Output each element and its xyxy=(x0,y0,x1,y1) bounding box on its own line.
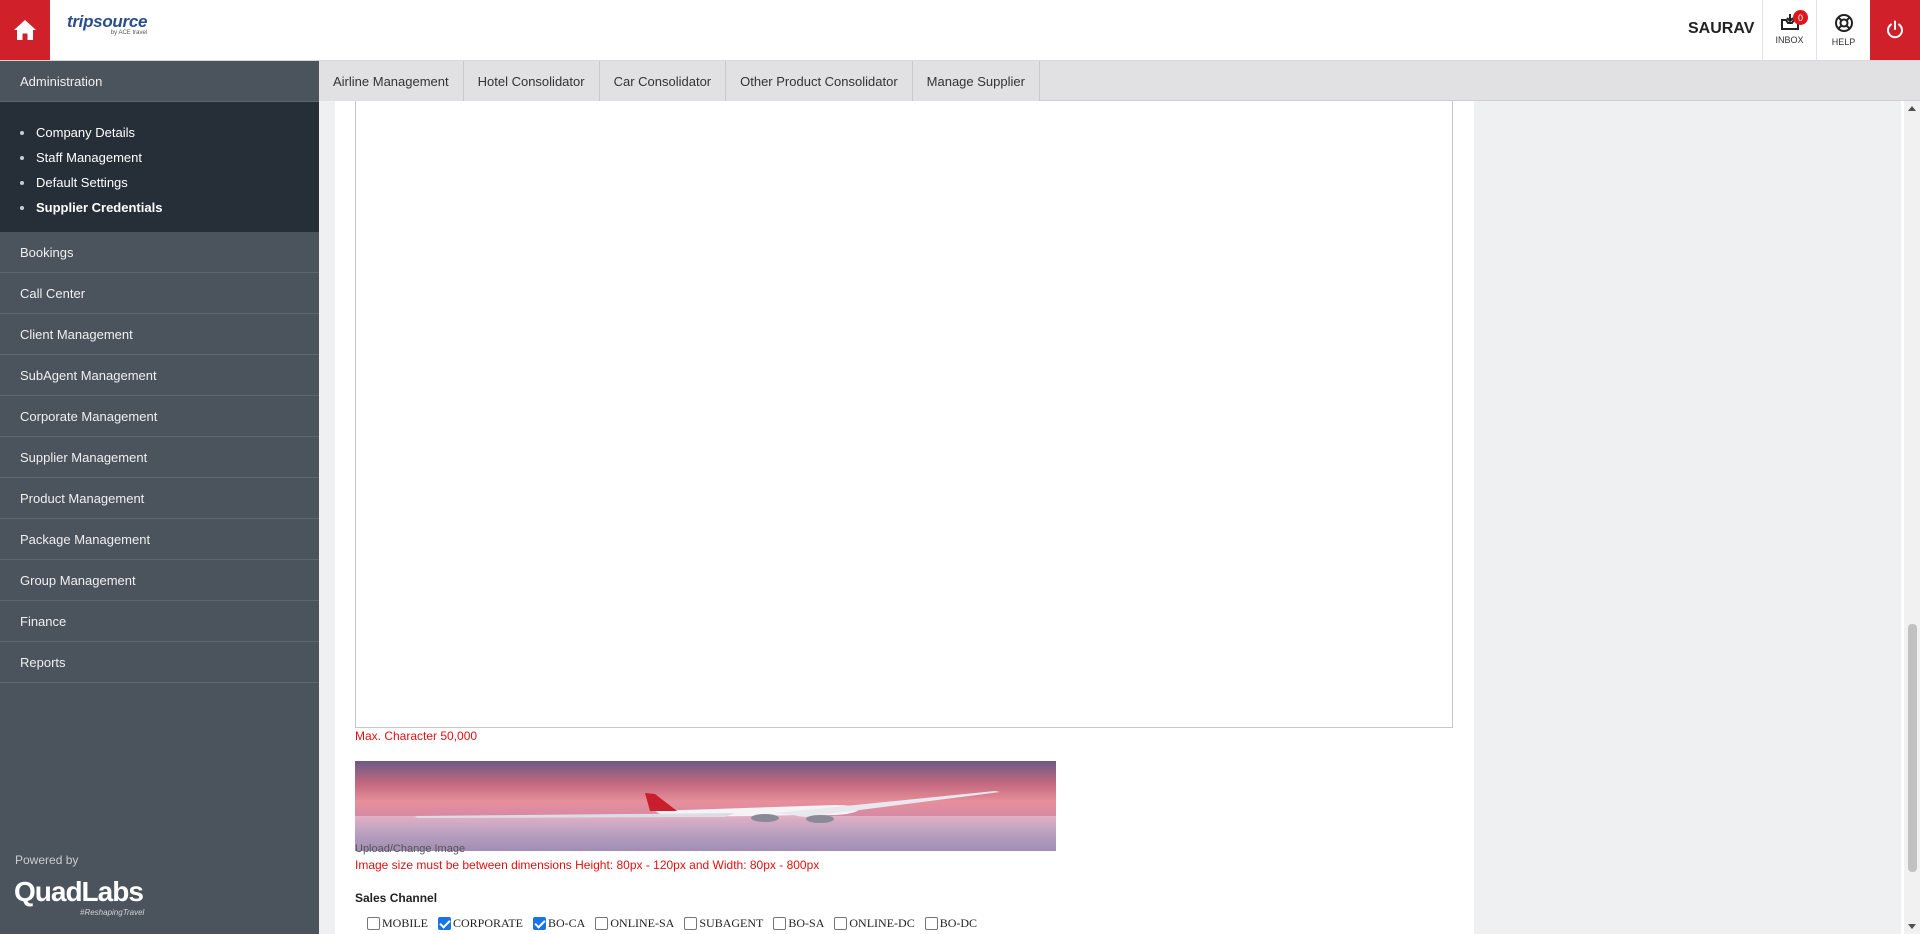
home-button[interactable] xyxy=(0,0,50,60)
sales-channel-options: MOBILE CORPORATE BO-CA ONLINE-SA SUBAGEN… xyxy=(367,916,987,931)
channel-online-sa[interactable]: ONLINE-SA xyxy=(595,916,674,931)
channel-label: MOBILE xyxy=(382,916,428,930)
checkbox[interactable] xyxy=(924,917,938,930)
channel-bo-sa[interactable]: BO-SA xyxy=(773,916,824,931)
channel-label: CORPORATE xyxy=(453,916,524,930)
sidebar-item-client-management[interactable]: Client Management xyxy=(0,314,319,355)
channel-label: BO-SA xyxy=(788,916,825,930)
sidebar-item-administration[interactable]: Administration xyxy=(0,61,319,102)
sidebar-item-product-management[interactable]: Product Management xyxy=(0,478,319,519)
inbox-label: INBOX xyxy=(1775,35,1804,45)
sidebar-item-group-management[interactable]: Group Management xyxy=(0,560,319,601)
sidebar-subitem-label: Company Details xyxy=(36,125,135,140)
checkbox[interactable] xyxy=(773,917,787,930)
bullet-icon xyxy=(20,155,24,160)
sidebar-subitem-default-settings[interactable]: Default Settings xyxy=(20,170,319,195)
channel-label: BO-CA xyxy=(548,916,586,930)
channel-corporate[interactable]: CORPORATE xyxy=(438,916,523,931)
scroll-down-arrow-icon[interactable] xyxy=(1908,924,1916,929)
bullet-icon xyxy=(20,180,24,185)
help-label: HELP xyxy=(1831,37,1856,47)
tab-other-product-consolidator[interactable]: Other Product Consolidator xyxy=(726,61,913,101)
tab-car-consolidator[interactable]: Car Consolidator xyxy=(599,61,727,101)
top-header: tripsource by ACE travel SAURAV 0 INBOX … xyxy=(0,0,1920,61)
sidebar-item-reports[interactable]: Reports xyxy=(0,642,319,683)
quadlabs-tagline: #ReshapingTravel xyxy=(80,908,145,917)
lifebuoy-icon xyxy=(1834,14,1853,32)
sidebar-subitem-label: Supplier Credentials xyxy=(36,200,163,215)
tab-manage-supplier[interactable]: Manage Supplier xyxy=(912,61,1040,101)
tab-hotel-consolidator[interactable]: Hotel Consolidator xyxy=(463,61,600,101)
power-icon xyxy=(1887,20,1903,39)
bullet-icon xyxy=(20,205,24,210)
sales-channel-title: Sales Channel xyxy=(355,891,438,905)
home-icon xyxy=(14,20,36,40)
checkbox[interactable] xyxy=(533,917,547,930)
image-size-note: Image size must be between dimensions He… xyxy=(355,858,820,872)
channel-online-dc[interactable]: ONLINE-DC xyxy=(834,916,915,931)
sidebar-item-supplier-management[interactable]: Supplier Management xyxy=(0,437,319,478)
sidebar-subitem-label: Default Settings xyxy=(36,175,128,190)
channel-mobile[interactable]: MOBILE xyxy=(367,916,428,931)
sidebar-item-call-center[interactable]: Call Center xyxy=(0,273,319,314)
checkbox[interactable] xyxy=(595,917,609,930)
bullet-icon xyxy=(20,130,24,135)
powered-by-label: Powered by xyxy=(15,853,79,867)
quadlabs-logo: QuadLabs xyxy=(14,876,144,907)
sidebar-item-bookings[interactable]: Bookings xyxy=(0,232,319,273)
banner-image-preview xyxy=(355,761,1056,851)
checkbox[interactable] xyxy=(684,917,698,930)
channel-subagent[interactable]: SUBAGENT xyxy=(684,916,763,931)
checkbox[interactable] xyxy=(438,917,451,930)
help-button[interactable]: HELP xyxy=(1816,0,1870,60)
sidebar-item-finance[interactable]: Finance xyxy=(0,601,319,642)
checkbox[interactable] xyxy=(367,917,380,930)
inbox-button[interactable]: 0 INBOX xyxy=(1762,0,1816,60)
checkbox[interactable] xyxy=(834,917,848,930)
sidebar-item-subagent-management[interactable]: SubAgent Management xyxy=(0,355,319,396)
administration-submenu: Company Details Staff Management Default… xyxy=(0,102,319,232)
max-character-note: Max. Character 50,000 xyxy=(355,729,478,743)
sidebar-item-package-management[interactable]: Package Management xyxy=(0,519,319,560)
tab-airline-management[interactable]: Airline Management xyxy=(319,61,464,101)
upload-image-label[interactable]: Upload/Change Image xyxy=(355,843,465,855)
inbox-count-badge: 0 xyxy=(1793,10,1808,25)
channel-label: SUBAGENT xyxy=(699,916,764,930)
sidebar-subitem-company-details[interactable]: Company Details xyxy=(20,120,319,145)
user-name[interactable]: SAURAV xyxy=(1688,20,1754,38)
scroll-up-arrow-icon[interactable] xyxy=(1908,106,1916,111)
sidebar-subitem-supplier-credentials[interactable]: Supplier Credentials xyxy=(20,195,319,220)
tripsource-logo[interactable]: tripsource by ACE travel xyxy=(67,12,147,36)
vertical-scrollbar[interactable] xyxy=(1904,101,1920,934)
sidebar: Administration Company Details Staff Man… xyxy=(0,61,319,934)
channel-label: ONLINE-SA xyxy=(610,916,675,930)
scrollbar-thumb[interactable] xyxy=(1908,624,1917,872)
airplane-image xyxy=(415,791,1000,823)
logout-button[interactable] xyxy=(1870,0,1920,60)
sidebar-subitem-staff-management[interactable]: Staff Management xyxy=(20,145,319,170)
channel-label: ONLINE-DC xyxy=(849,916,915,930)
channel-bo-ca[interactable]: BO-CA xyxy=(533,916,585,931)
rich-text-editor[interactable] xyxy=(355,101,1453,728)
sidebar-subitem-label: Staff Management xyxy=(36,150,142,165)
channel-label: BO-DC xyxy=(939,916,978,930)
channel-bo-dc[interactable]: BO-DC xyxy=(924,916,978,931)
tab-bar: Airline Management Hotel Consolidator Ca… xyxy=(319,61,1920,101)
logo-text: tripsource xyxy=(67,12,148,31)
sidebar-item-corporate-management[interactable]: Corporate Management xyxy=(0,396,319,437)
